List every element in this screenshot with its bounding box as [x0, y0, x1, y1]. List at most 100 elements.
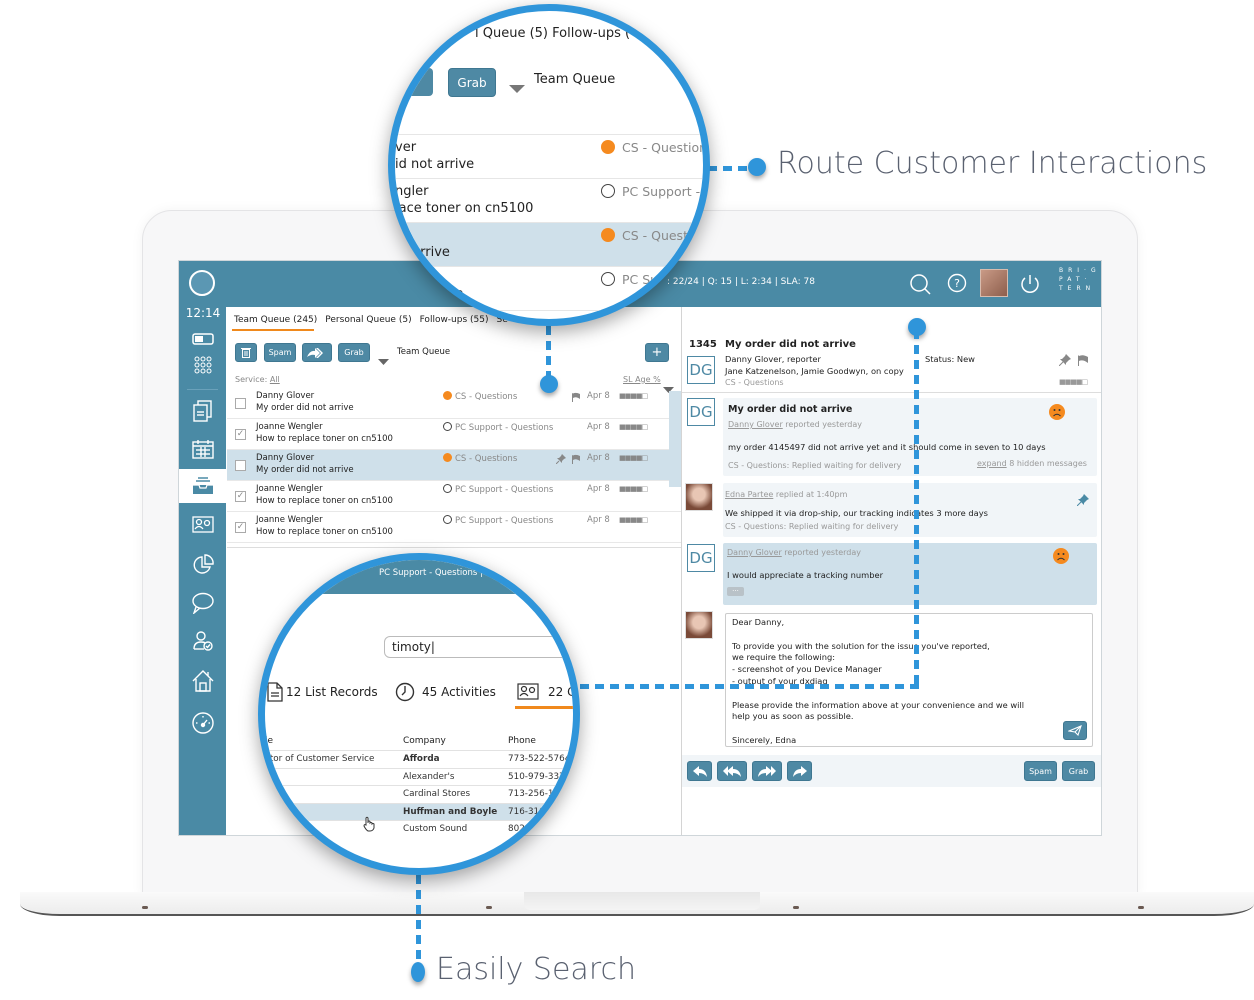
spam-button[interactable]: Spam [264, 343, 296, 362]
grab-button[interactable]: Grab [338, 343, 370, 362]
forward-button[interactable] [787, 761, 812, 781]
forward-all-detail-button[interactable] [752, 761, 782, 781]
sort-sl-age[interactable]: SL Age % [623, 375, 661, 384]
row-service: PC Support - Questions [443, 515, 553, 526]
reply-editor[interactable]: Dear Danny, To provide you with the solut… [725, 613, 1093, 747]
user-avatar[interactable] [980, 269, 1008, 297]
author-link[interactable]: Edna Partee [725, 490, 773, 499]
reports-pie-icon[interactable] [179, 549, 226, 581]
result-company: Custom Sound [403, 824, 468, 834]
row-sl-indicator: ■■■■□ [619, 423, 648, 431]
mag-row-subject: on cn5100 [395, 289, 464, 304]
mag-row-service: CS - Questio [621, 228, 700, 243]
add-button[interactable]: + [645, 343, 669, 362]
result-row[interactable]: Huffman and Boyle 716-310 [265, 802, 573, 820]
result-title: ctor of Customer Service [265, 754, 375, 764]
contacts-icon[interactable] [179, 509, 226, 541]
row-checkbox[interactable]: ✓ [235, 429, 246, 440]
tab-follow-ups[interactable]: Follow-ups (55) [420, 315, 489, 325]
callout-connector [580, 684, 919, 689]
sad-face-icon [443, 453, 452, 462]
tab-list-records[interactable]: 12 List Records [286, 685, 378, 699]
contacts-tab-icon [517, 683, 539, 705]
reply-line: Dear Danny, [732, 617, 785, 627]
pin-icon[interactable] [1058, 351, 1071, 370]
reporter-initials: DG [687, 356, 715, 384]
queue-select[interactable]: Team Queue [397, 347, 450, 357]
result-row[interactable]: Cardinal Stores 713-256-19 [265, 785, 573, 802]
list-bottom-divider [227, 547, 681, 548]
queue-row[interactable]: ✓ Joanne Wengler How to replace toner on… [227, 512, 681, 543]
mag-forward-button[interactable] [405, 68, 433, 96]
calendar-icon[interactable] [179, 433, 226, 465]
status-indicator[interactable] [189, 270, 215, 296]
search-icon[interactable] [909, 273, 931, 299]
forward-all-button[interactable] [302, 343, 332, 362]
row-service-text: PC Support - Questions [455, 516, 554, 526]
mag-row-subject: ot arrive [395, 245, 450, 260]
author-link[interactable]: Danny Glover [728, 420, 783, 429]
flag-icon[interactable] [571, 392, 581, 405]
queue-row[interactable]: ✓ Joanne Wengler How to replace toner on… [227, 481, 681, 512]
dashboard-gauge-icon[interactable] [179, 707, 226, 739]
row-service-text: CS - Questions [455, 454, 518, 464]
tab-contacts[interactable]: 22 C [548, 685, 573, 699]
row-checkbox[interactable]: ✓ [235, 522, 246, 533]
tab-team-queue[interactable]: Team Queue (245) [234, 315, 317, 325]
queue-row[interactable]: Danny Glover My order did not arrive CS … [227, 450, 681, 481]
pinned-icon[interactable] [1076, 491, 1089, 510]
ticket-service: CS - Questions [725, 378, 784, 387]
mag-grab-button[interactable]: Grab [448, 68, 496, 97]
row-checkbox[interactable] [235, 398, 246, 409]
row-checkbox[interactable]: ✓ [235, 491, 246, 502]
more-button[interactable]: ··· [727, 587, 744, 596]
tab-personal-queue[interactable]: Personal Queue (5) [325, 315, 411, 325]
power-icon[interactable] [1019, 273, 1041, 299]
author-link[interactable]: Danny Glover [727, 548, 782, 557]
expand-link[interactable]: expand [977, 459, 1007, 468]
apps-grid-icon[interactable] [179, 349, 226, 381]
search-input[interactable]: timoty| [384, 636, 573, 658]
documents-icon[interactable] [179, 395, 226, 427]
flag-icon[interactable] [1077, 351, 1089, 370]
reply-all-button[interactable] [717, 761, 747, 781]
result-row[interactable]: Custom Sound 802- [265, 820, 573, 837]
tab-activities[interactable]: 45 Activities [422, 685, 496, 699]
pin-icon[interactable] [555, 454, 566, 467]
result-company: Afforda [403, 754, 440, 764]
service-filter[interactable]: Service: All [235, 375, 280, 384]
user-check-icon[interactable] [179, 625, 226, 657]
callout-dot [748, 158, 766, 176]
reply-button[interactable] [687, 761, 712, 781]
row-subject: How to replace toner on cn5100 [256, 434, 393, 444]
list-scrollbar[interactable] [669, 391, 681, 487]
sad-face-icon [1049, 404, 1065, 420]
message-initials: DG [687, 398, 715, 426]
queue-row[interactable]: Danny Glover My order did not arrive CS … [227, 388, 681, 419]
inbox-icon[interactable] [179, 469, 226, 503]
chat-icon[interactable] [179, 587, 226, 619]
help-icon[interactable]: ? [947, 273, 967, 297]
reply-line: Sincerely, Edna [732, 734, 797, 745]
detail-grab-button[interactable]: Grab [1062, 761, 1095, 781]
home-icon[interactable] [179, 665, 226, 697]
queue-row[interactable]: ✓ Joanne Wengler How to replace toner on… [227, 419, 681, 450]
row-service-text: CS - Questions [455, 392, 518, 402]
detail-spam-button[interactable]: Spam [1024, 761, 1057, 781]
result-row[interactable]: ctor of Customer Service Afforda 773-522… [265, 750, 573, 767]
row-subject: How to replace toner on cn5100 [256, 527, 393, 537]
flag-icon[interactable] [571, 454, 581, 467]
send-button[interactable] [1063, 721, 1087, 740]
mag-row-name: r [395, 228, 401, 243]
mag-queue-row: ngler lace toner on cn5100 PC Support - … [395, 179, 703, 223]
delete-button[interactable] [235, 343, 257, 362]
queue-dropdown-icon[interactable] [378, 350, 389, 369]
row-sl-indicator: ■■■■□ [619, 454, 648, 462]
laptop-foot [486, 906, 492, 909]
row-checkbox[interactable] [235, 460, 246, 471]
laptop-foot [142, 906, 148, 909]
result-phone: 510-979-3374 [508, 771, 571, 782]
expand-hidden[interactable]: expand 8 hidden messages [977, 459, 1087, 468]
result-row[interactable]: Alexander's 510-979-3374 [265, 767, 573, 785]
service-value[interactable]: All [270, 375, 280, 384]
